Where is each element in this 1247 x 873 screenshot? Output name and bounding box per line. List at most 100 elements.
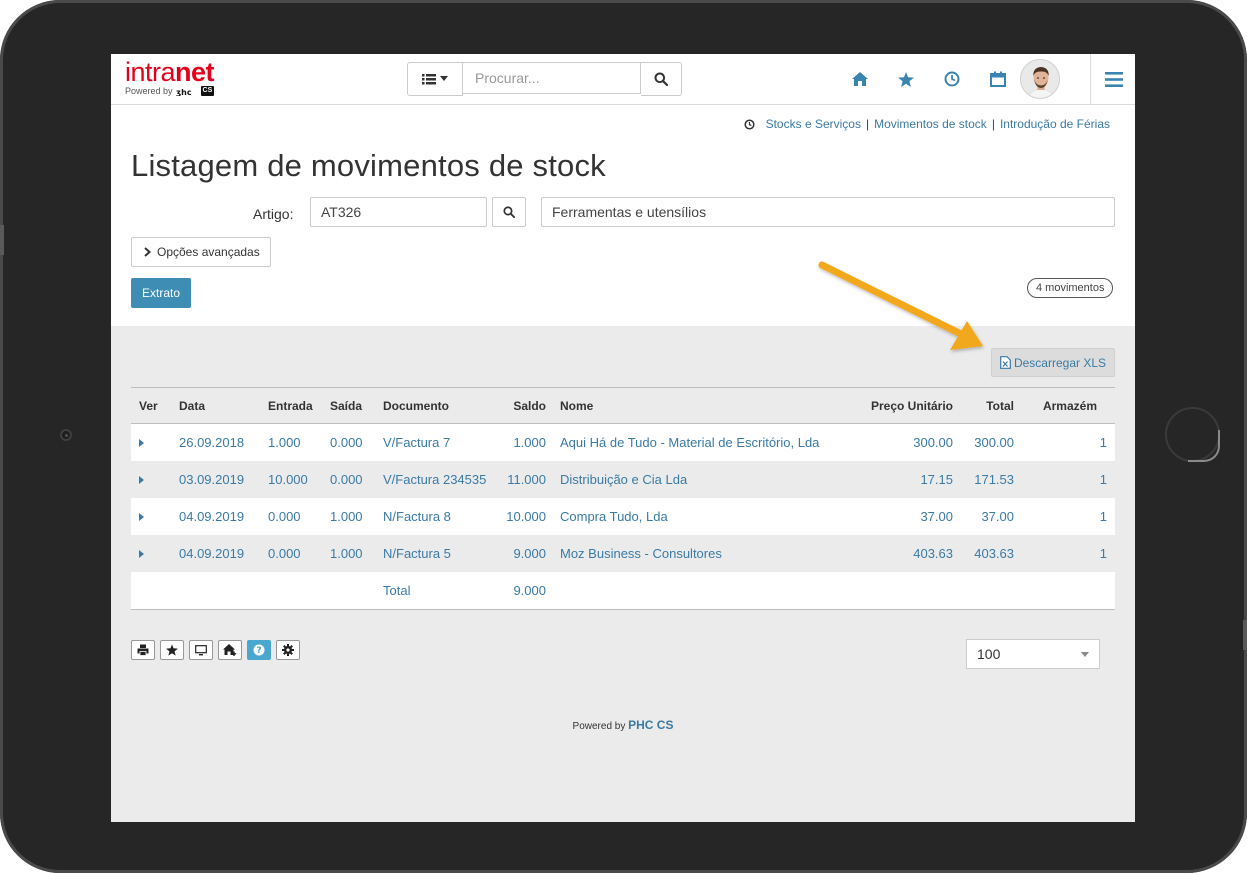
recent-nav-button[interactable] (929, 54, 975, 104)
home-nav-button[interactable] (837, 54, 883, 104)
cell-entrada: 10.000 (260, 461, 326, 498)
table-row[interactable]: 26.09.2018 1.000 0.000 V/Factura 7 1.000… (131, 423, 1115, 461)
breadcrumb-separator: | (865, 117, 870, 131)
print-button[interactable] (131, 640, 155, 660)
desktop-view-button[interactable] (189, 640, 213, 660)
extrato-button[interactable]: Extrato (131, 278, 191, 308)
cell-preco: 300.00 (830, 423, 967, 461)
cell-total: 37.00 (967, 498, 1028, 535)
cell-documento-link[interactable]: N/Factura 5 (379, 535, 499, 572)
cell-date: 26.09.2018 (171, 423, 260, 461)
camera-icon (60, 429, 72, 441)
cell-documento-link[interactable]: N/Factura 8 (379, 498, 499, 535)
cell-nome-link[interactable]: Aqui Há de Tudo - Material de Escritório… (560, 423, 830, 461)
search-icon (503, 206, 515, 218)
cell-nome-link[interactable]: Compra Tudo, Lda (560, 498, 830, 535)
artigo-label: Artigo: (253, 206, 294, 222)
page-title: Listagem de movimentos de stock (131, 148, 606, 183)
cell-saida: 0.000 (326, 423, 379, 461)
cell-nome-link[interactable]: Moz Business - Consultores (560, 535, 830, 572)
rows-per-page-select[interactable]: 100 (966, 639, 1100, 669)
dropdown-arrow-icon (1081, 651, 1089, 657)
col-header-saida[interactable]: Saída (326, 387, 379, 424)
table-row[interactable]: 03.09.2019 10.000 0.000 V/Factura 234535… (131, 461, 1115, 498)
col-header-preco[interactable]: Preço Unitário (830, 387, 967, 424)
logo-text-light: intra (125, 57, 176, 87)
hamburger-menu-icon (1104, 71, 1123, 87)
cell-documento-link[interactable]: V/Factura 234535 (379, 461, 499, 498)
cell-entrada: 0.000 (260, 498, 326, 535)
cell-saldo: 1.000 (499, 423, 560, 461)
search-scope-dropdown[interactable] (407, 62, 463, 96)
download-xls-button[interactable]: Descarregar XLS (991, 348, 1115, 377)
col-header-entrada[interactable]: Entrada (260, 387, 326, 424)
excel-file-icon (1000, 356, 1011, 369)
footer-powered-by: Powered by PHC CS (111, 718, 1135, 732)
main-menu-button[interactable] (1090, 54, 1135, 104)
gear-icon (282, 644, 294, 656)
chevron-right-icon (144, 247, 151, 257)
search-input[interactable] (463, 62, 641, 94)
history-clock-icon (744, 118, 755, 130)
favorite-button[interactable] (160, 640, 184, 660)
cell-entrada: 1.000 (260, 423, 326, 461)
breadcrumb-separator: | (991, 117, 995, 131)
col-header-saldo[interactable]: Saldo (499, 387, 560, 424)
total-label: Total (379, 572, 499, 610)
expand-row-button[interactable] (131, 498, 171, 535)
cell-saida: 0.000 (326, 461, 379, 498)
print-icon (137, 644, 149, 656)
filter-panel: Stocks e Serviços | Movimentos de stock … (111, 105, 1135, 326)
col-header-ver[interactable]: Ver (131, 387, 171, 424)
expand-row-button[interactable] (131, 423, 171, 461)
help-button[interactable]: ? (247, 640, 271, 660)
phc-logo-icon: ʒhc (176, 88, 192, 96)
cell-documento-link[interactable]: V/Factura 7 (379, 423, 499, 461)
cell-date: 04.09.2019 (171, 498, 260, 535)
cell-armazem: 1 (1028, 461, 1115, 498)
artigo-description-field[interactable]: Ferramentas e utensílios (541, 197, 1115, 227)
search-button[interactable] (641, 62, 682, 96)
cell-armazem: 1 (1028, 535, 1115, 572)
cell-nome-link[interactable]: Distribuição e Cia Lda (560, 461, 830, 498)
advanced-options-label: Opções avançadas (157, 245, 260, 259)
cell-total: 300.00 (967, 423, 1028, 461)
advanced-options-button[interactable]: Opções avançadas (131, 237, 271, 267)
breadcrumb-item-stocks[interactable]: Stocks e Serviços (766, 117, 861, 131)
col-header-total[interactable]: Total (967, 387, 1028, 424)
cell-date: 03.09.2019 (171, 461, 260, 498)
caret-right-icon (139, 476, 144, 484)
breadcrumb-item-movimentos[interactable]: Movimentos de stock (874, 117, 987, 131)
table-row[interactable]: 04.09.2019 0.000 1.000 N/Factura 5 9.000… (131, 535, 1115, 572)
search-bar (407, 62, 682, 96)
intranet-logo[interactable]: intranet Powered by ʒhc CS (125, 57, 215, 96)
favorites-nav-button[interactable] (883, 54, 929, 104)
calendar-icon (990, 71, 1006, 87)
table-row[interactable]: 04.09.2019 0.000 1.000 N/Factura 8 10.00… (131, 498, 1115, 535)
expand-row-button[interactable] (131, 535, 171, 572)
cell-preco: 403.63 (830, 535, 967, 572)
side-button (1243, 620, 1247, 650)
breadcrumb-item-ferias[interactable]: Introdução de Férias (1000, 117, 1110, 131)
expand-row-button[interactable] (131, 461, 171, 498)
top-bar: intranet Powered by ʒhc CS (111, 54, 1135, 105)
set-home-button[interactable] (218, 640, 242, 660)
cell-total: 171.53 (967, 461, 1028, 498)
page-tools: ? (131, 640, 300, 660)
settings-button[interactable] (276, 640, 300, 660)
cell-preco: 37.00 (830, 498, 967, 535)
user-photo-icon (1021, 60, 1059, 98)
rows-per-page-value: 100 (977, 646, 1001, 662)
col-header-armazem[interactable]: Armazém (1028, 387, 1115, 424)
calendar-nav-button[interactable] (975, 54, 1021, 104)
col-header-nome[interactable]: Nome (560, 387, 830, 424)
artigo-field[interactable]: AT326 (310, 197, 487, 227)
powered-brand-link[interactable]: PHC CS (628, 718, 673, 732)
cell-saldo: 11.000 (499, 461, 560, 498)
col-header-documento[interactable]: Documento (379, 387, 499, 424)
caret-right-icon (139, 550, 144, 558)
user-avatar[interactable] (1020, 59, 1060, 99)
col-header-data[interactable]: Data (171, 387, 260, 424)
artigo-search-button[interactable] (492, 197, 526, 227)
clock-icon (944, 71, 960, 87)
